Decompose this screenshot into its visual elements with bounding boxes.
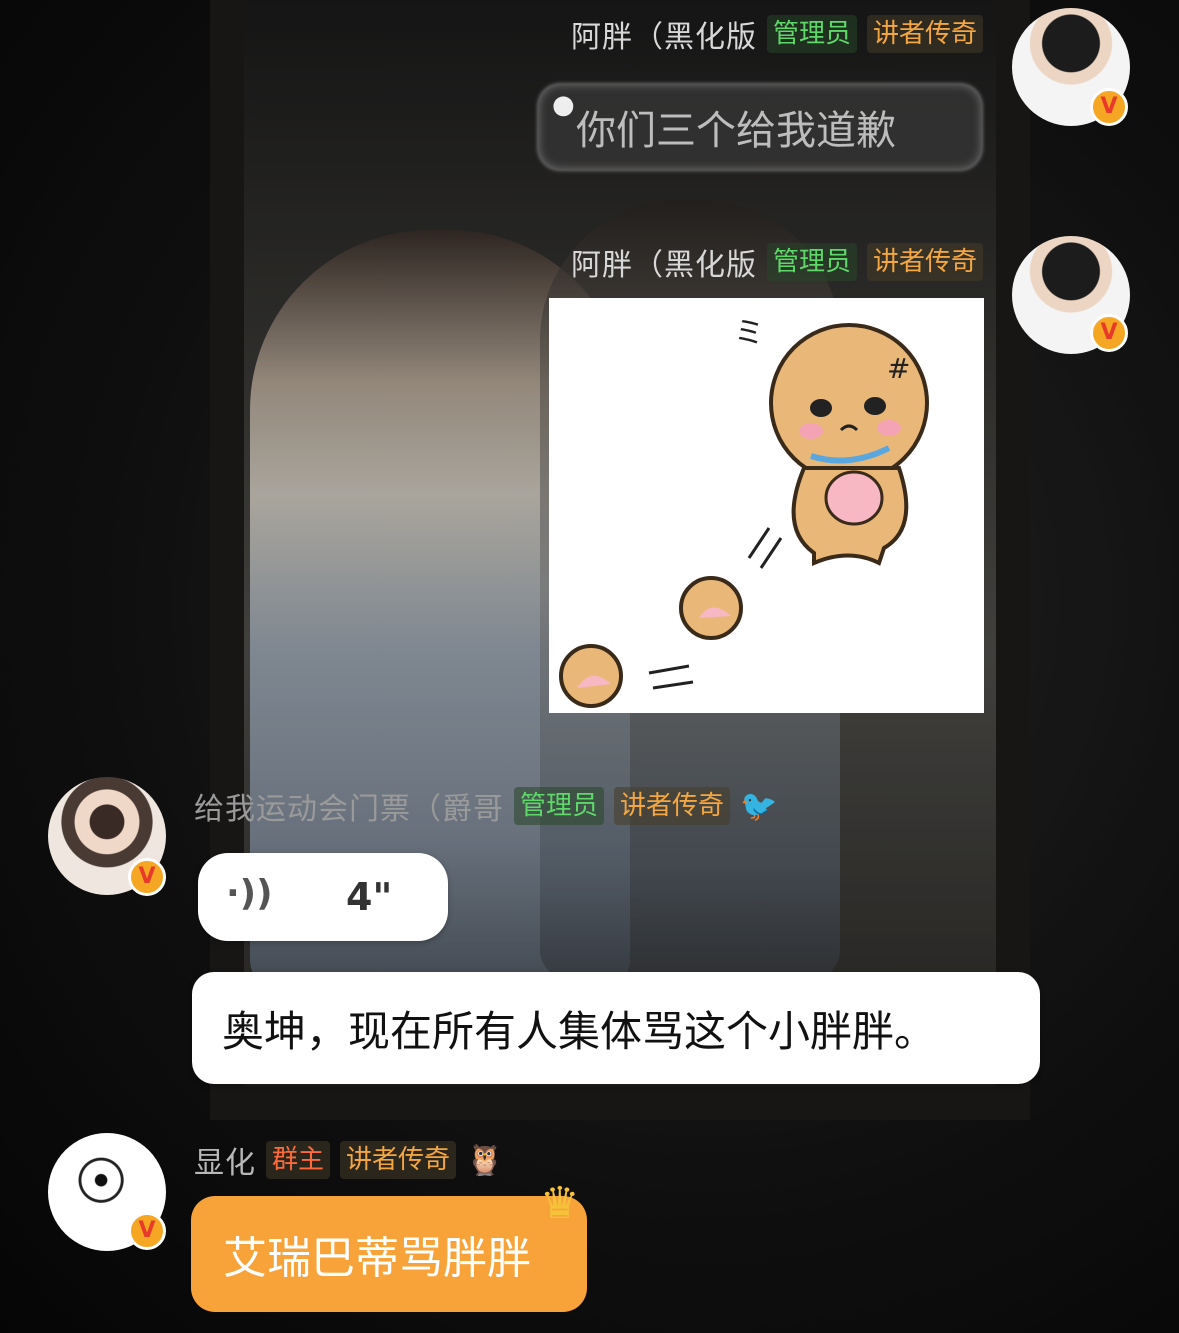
crown-icon: ♛ <box>540 1178 580 1229</box>
legend-tag: 讲者传奇 <box>614 787 731 825</box>
legend-tag: 讲者传奇 <box>866 243 983 281</box>
message-text: 你们三个给我道歉 <box>576 108 896 154</box>
message-2-header: 阿胖（黑化版 管理员 讲者传奇 <box>571 240 983 284</box>
username[interactable]: 给我运动会门票（爵哥 <box>194 784 504 828</box>
admin-tag: 管理员 <box>514 787 605 825</box>
message-bubble[interactable]: 奥坤，现在所有人集体骂这个小胖胖。 <box>192 972 1040 1084</box>
voice-duration: 4" <box>346 875 393 919</box>
username[interactable]: 阿胖（黑化版 <box>571 12 757 56</box>
message-1-header: 阿胖（黑化版 管理员 讲者传奇 <box>571 12 983 56</box>
verified-badge-icon: V <box>1090 88 1128 126</box>
svg-text:#: # <box>887 352 910 385</box>
message-3-header: 给我运动会门票（爵哥 管理员 讲者传奇 🐦 <box>194 784 777 828</box>
legend-tag: 讲者传奇 <box>340 1141 457 1179</box>
verified-badge-icon: V <box>1090 314 1128 352</box>
message-bubble[interactable]: ● 你们三个给我道歉 <box>538 84 982 170</box>
message-text: 奥坤，现在所有人集体骂这个小胖胖。 <box>222 1006 937 1056</box>
voice-wave-icon: ·)) <box>226 873 273 914</box>
message-text: 艾瑞巴蒂骂胖胖 <box>223 1233 531 1284</box>
message-4-header: 显化 群主 讲者传奇 🦉 <box>194 1138 503 1182</box>
verified-badge-icon: V <box>128 858 166 896</box>
admin-tag: 管理员 <box>766 15 857 53</box>
username[interactable]: 显化 <box>194 1138 256 1182</box>
svg-text:ミ: ミ <box>734 316 764 351</box>
sticker-image: # ミ <box>559 316 929 708</box>
username[interactable]: 阿胖（黑化版 <box>571 240 757 284</box>
legend-tag: 讲者传奇 <box>866 15 983 53</box>
owl-icon: 🦉 <box>466 1142 504 1178</box>
message-bubble[interactable]: 艾瑞巴蒂骂胖胖 <box>191 1196 587 1312</box>
bird-icon: 🐦 <box>740 788 778 824</box>
voice-message[interactable]: ·)) 4" <box>198 853 448 941</box>
angry-bun-sticker[interactable]: # ミ <box>549 298 984 713</box>
quote-dot-icon: ● <box>552 90 575 120</box>
admin-tag: 管理员 <box>766 243 857 281</box>
verified-badge-icon: V <box>128 1212 166 1250</box>
owner-tag: 群主 <box>266 1141 331 1179</box>
